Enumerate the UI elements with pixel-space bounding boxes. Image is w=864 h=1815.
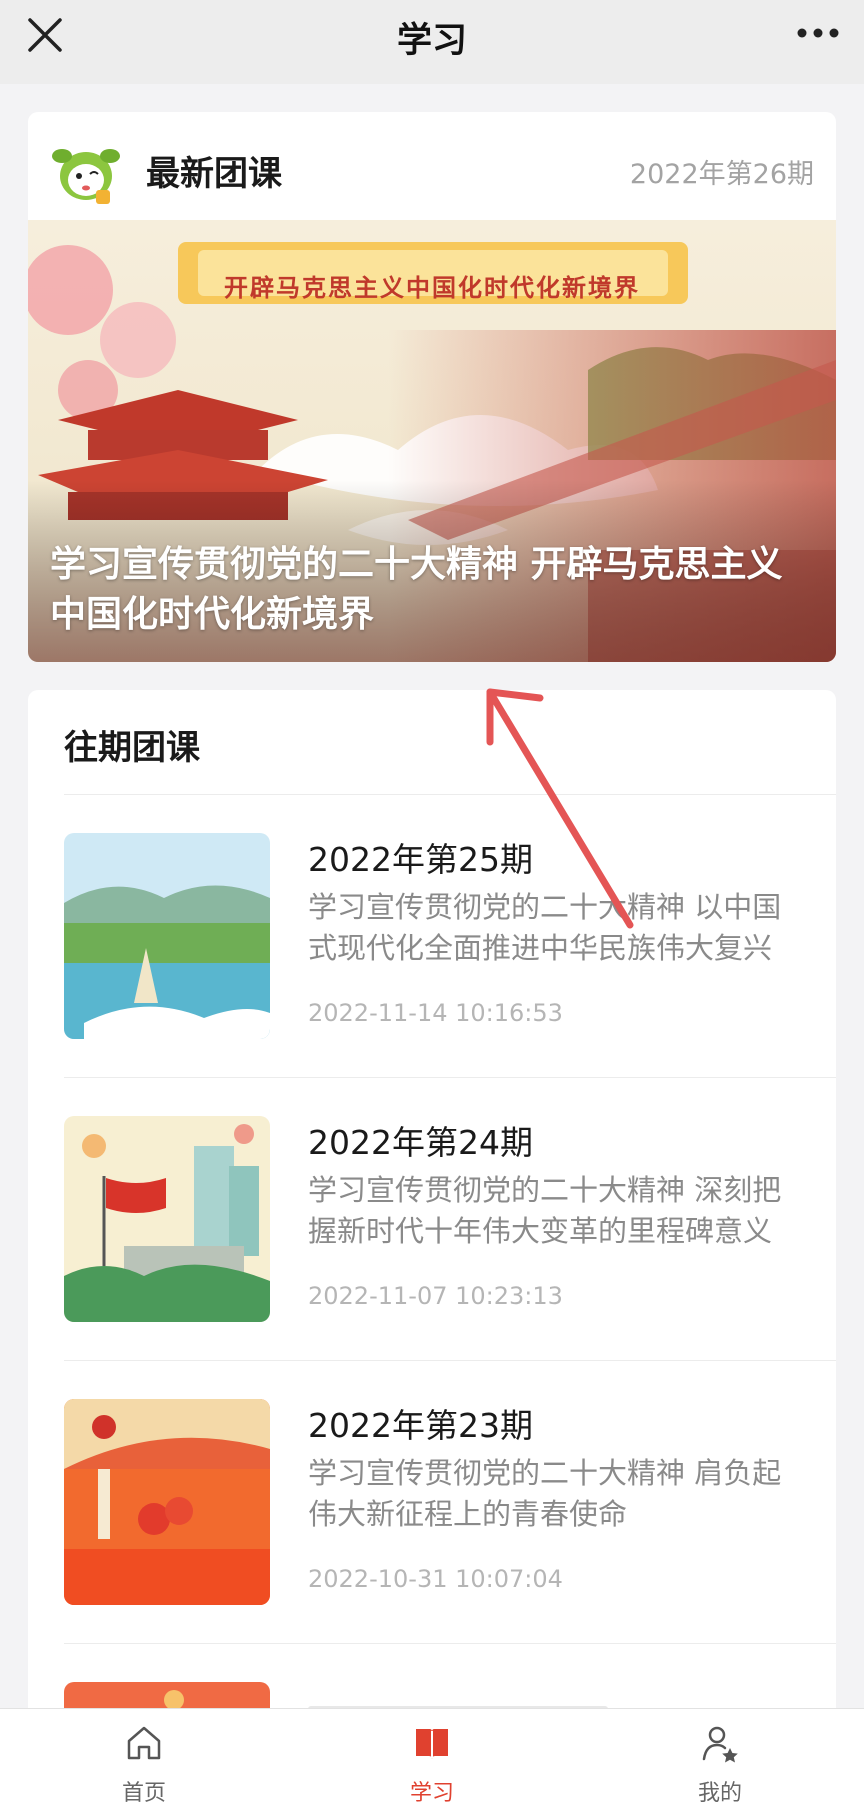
latest-lesson-card: 最新团课 2022年第26期 开辟马克思主义中国化时代化新境界 学习宣传贯彻党的… — [28, 112, 836, 662]
tab-label: 首页 — [121, 1781, 166, 1806]
tab-mine[interactable]: 我的 — [576, 1709, 864, 1815]
lesson-list-item[interactable]: 2022年第25期 学习宣传贯彻党的二十大精神 以中国式现代化全面推进中华民族伟… — [28, 795, 836, 1078]
bottom-tabbar: 首页 学习 我的 — [0, 1708, 864, 1815]
tab-home[interactable]: 首页 — [0, 1709, 288, 1815]
tab-study[interactable]: 学习 — [288, 1709, 576, 1815]
latest-lesson-banner[interactable]: 开辟马克思主义中国化时代化新境界 学习宣传贯彻党的二十大精神 开辟马克思主义中国… — [28, 220, 836, 662]
lesson-thumbnail — [64, 833, 270, 1039]
lesson-list-item[interactable]: 2022年第24期 学习宣传贯彻党的二十大精神 深刻把握新时代十年伟大变革的里程… — [28, 1078, 836, 1361]
top-navbar: 学习 — [0, 0, 864, 84]
lesson-issue-title: 2022年第23期 — [308, 1406, 533, 1445]
lesson-thumbnail — [64, 1116, 270, 1322]
latest-lesson-header: 最新团课 2022年第26期 — [28, 112, 836, 220]
latest-issue-number: 2022年第26期 — [629, 159, 814, 190]
tab-label: 学习 — [409, 1781, 454, 1806]
latest-lesson-title: 最新团课 — [146, 154, 282, 194]
lesson-description: 学习宣传贯彻党的二十大精神 深刻把握新时代十年伟大变革的里程碑意义 — [308, 1173, 782, 1248]
lesson-issue-title: 2022年第24期 — [308, 1123, 533, 1162]
lesson-timestamp: 2022-11-07 10:23:13 — [308, 1282, 563, 1310]
page-title: 学习 — [396, 21, 467, 61]
profile-star-icon — [702, 1726, 738, 1763]
lesson-timestamp: 2022-11-14 10:16:53 — [308, 999, 563, 1027]
more-dots-icon[interactable] — [794, 18, 842, 48]
lesson-description: 学习宣传贯彻党的二十大精神 肩负起伟大新征程上的青春使命 — [308, 1456, 782, 1531]
tab-label: 我的 — [697, 1781, 742, 1806]
past-lessons-heading: 往期团课 — [64, 728, 200, 768]
lesson-thumbnail — [64, 1399, 270, 1605]
banner-caption: 学习宣传贯彻党的二十大精神 开辟马克思主义中国化时代化新境界 — [50, 544, 783, 635]
lesson-issue-title: 2022年第25期 — [308, 840, 533, 879]
lesson-description: 学习宣传贯彻党的二十大精神 以中国式现代化全面推进中华民族伟大复兴 — [308, 890, 782, 965]
mascot-logo-icon — [52, 149, 120, 204]
lesson-list-item[interactable]: 2022年第23期 学习宣传贯彻党的二十大精神 肩负起伟大新征程上的青春使命 2… — [28, 1361, 836, 1644]
banner-ribbon-text: 开辟马克思主义中国化时代化新境界 — [224, 274, 640, 302]
book-icon — [416, 1729, 448, 1759]
lesson-timestamp: 2022-10-31 10:07:04 — [308, 1565, 563, 1593]
past-lessons-card: 往期团课 2022年第25期 学习宣传贯彻党的二十大精神 以中国式现代化全面推进… — [28, 690, 836, 1814]
divider — [64, 1643, 836, 1644]
home-icon — [127, 1726, 161, 1760]
